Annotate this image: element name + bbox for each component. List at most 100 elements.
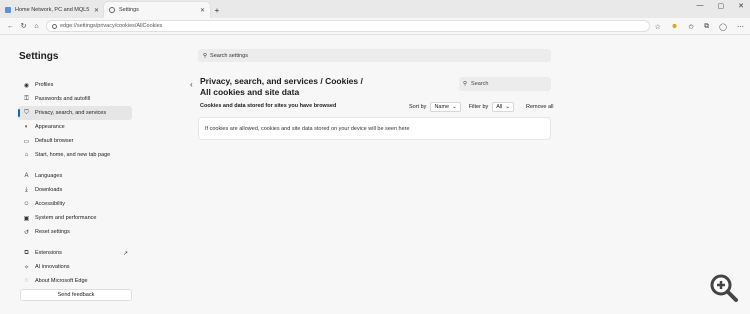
empty-cookies-card: If cookies are allowed, cookies and site… <box>198 117 551 140</box>
sidebar-item-privacy[interactable]: ⛉ Privacy, search, and services <box>18 106 132 120</box>
system-icon: ▣ <box>23 215 30 222</box>
emoji-icon[interactable]: ☻ <box>671 23 678 30</box>
address-bar[interactable]: edge://settings/privacy/cookies/AllCooki… <box>46 20 650 32</box>
home-icon[interactable]: ⌂ <box>32 23 41 30</box>
sidebar-item-default-browser[interactable]: ▭ Default browser <box>18 134 132 148</box>
external-link-icon: ↗ <box>122 250 128 257</box>
sidebar-item-label: About Microsoft Edge <box>35 278 88 284</box>
chevron-down-icon: ⌄ <box>452 104 457 110</box>
back-arrow-icon[interactable]: ‹ <box>190 80 193 89</box>
sidebar-item-profiles[interactable]: ◉ Profiles <box>18 78 132 92</box>
sidebar-item-label: Privacy, search, and services <box>35 110 107 116</box>
sidebar-item-label: Languages <box>35 173 63 179</box>
filter-value: All <box>496 104 503 110</box>
sort-value: Name <box>434 104 450 110</box>
chevron-down-icon: ⌄ <box>505 104 511 110</box>
sidebar-item-label: Reset settings <box>35 229 70 235</box>
empty-cookies-message: If cookies are allowed, cookies and site… <box>205 125 410 132</box>
browser-toolbar: ← ↻ ⌂ edge://settings/privacy/cookies/Al… <box>0 18 750 35</box>
page-title: Privacy, search, and services / Cookies … <box>200 76 450 98</box>
sidebar-item-system[interactable]: ▣ System and performance <box>18 211 132 225</box>
sidebar-item-label: Default browser <box>35 138 74 144</box>
about-icon: ◌ <box>24 278 29 284</box>
default-browser-icon: ▭ <box>23 138 30 145</box>
close-window-icon[interactable]: ✕ <box>738 2 744 10</box>
toolbar-actions: ☆ ☻ ✩ ⧉ ◯ ⋯ <box>655 18 744 35</box>
profile-icon[interactable]: ◯ <box>719 23 727 31</box>
address-text: edge://settings/privacy/cookies/AllCooki… <box>60 23 163 29</box>
settings-gear-icon <box>109 7 115 13</box>
search-cookies-input[interactable]: ⚲ Search <box>459 77 551 91</box>
sidebar-item-ai-innovations[interactable]: ✧ AI innovations <box>18 260 132 274</box>
downloads-icon: ⤓ <box>25 186 28 193</box>
mql5-favicon-icon <box>5 7 11 13</box>
sidebar-item-passwords[interactable]: ⚿ Passwords and autofill <box>18 92 132 106</box>
edge-page-icon <box>52 23 57 29</box>
tab-title: Settings <box>119 7 139 13</box>
reset-icon: ↺ <box>23 229 30 236</box>
sidebar-item-label: Extensions <box>35 250 62 256</box>
search-cookies-placeholder: Search <box>471 81 489 87</box>
settings-nav: ◉ Profiles ⚿ Passwords and autofill ⛉ Privacy… <box>18 78 132 288</box>
search-icon: ⚲ <box>203 52 208 59</box>
new-tab-button[interactable]: + <box>210 2 224 18</box>
window-controls: — ▢ ✕ <box>697 2 745 10</box>
page-title-line1: Privacy, search, and services / Cookies … <box>200 76 363 86</box>
search-settings-placeholder: Search settings <box>210 52 248 59</box>
sidebar-item-label: Start, home, and new tab page <box>35 152 111 158</box>
sidebar-item-label: Downloads <box>35 187 63 193</box>
sidebar-item-accessibility[interactable]: ☺ Accessibility <box>18 197 132 211</box>
tab-mql5[interactable]: Home Network, PC and MQL5 Co... ✕ <box>0 2 104 18</box>
privacy-icon: ⛉ <box>24 109 29 116</box>
settings-title: Settings <box>19 51 59 62</box>
passwords-icon: ⚿ <box>24 95 29 102</box>
close-tab-icon[interactable]: ✕ <box>200 7 205 14</box>
back-icon[interactable]: ← <box>6 23 15 30</box>
zoom-in-icon[interactable] <box>708 272 740 304</box>
search-settings-input[interactable]: ⚲ Search settings <box>198 49 551 62</box>
tab-settings[interactable]: Settings ✕ <box>104 2 210 18</box>
menu-icon[interactable]: ⋯ <box>737 23 744 31</box>
tab-strip: Home Network, PC and MQL5 Co... ✕ Settin… <box>0 0 750 18</box>
start-home-icon: ⌂ <box>24 152 29 158</box>
sort-dropdown[interactable]: Name ⌄ <box>430 102 461 112</box>
sidebar-item-reset[interactable]: ↺ Reset settings <box>18 225 132 239</box>
minimize-icon[interactable]: — <box>697 2 704 10</box>
sort-label: Sort by <box>409 104 427 110</box>
sidebar-item-label: Passwords and autofill <box>35 96 91 102</box>
sidebar-item-downloads[interactable]: ⤓ Downloads <box>18 183 132 197</box>
cookies-subheading: Cookies and data stored for sites you ha… <box>200 103 337 109</box>
sidebar-item-appearance[interactable]: ◐ Appearance <box>18 120 132 134</box>
accessibility-icon: ☺ <box>23 201 30 207</box>
search-icon: ⚲ <box>463 81 468 87</box>
sidebar-item-label: Profiles <box>35 82 54 88</box>
collections-icon[interactable]: ⧉ <box>704 23 709 31</box>
sidebar-item-start-home[interactable]: ⌂ Start, home, and new tab page <box>18 148 132 162</box>
extensions-icon: ⧉ <box>24 249 29 256</box>
sidebar-item-about[interactable]: ◌ About Microsoft Edge <box>18 274 132 288</box>
sidebar-item-languages[interactable]: A Languages <box>18 169 132 183</box>
sidebar-item-label: Accessibility <box>35 201 65 207</box>
remove-all-button[interactable]: Remove all <box>526 104 554 110</box>
ai-innovations-icon: ✧ <box>23 264 30 271</box>
cookie-filters: Sort by Name ⌄ Filter by All ⌄ Remove al… <box>409 102 554 112</box>
star-icon[interactable]: ☆ <box>655 23 661 31</box>
languages-icon: A <box>24 173 29 179</box>
sidebar-item-label: System and performance <box>35 215 97 221</box>
send-feedback-button[interactable]: Send feedback <box>20 289 132 301</box>
close-tab-icon[interactable]: ✕ <box>94 7 99 14</box>
refresh-icon[interactable]: ↻ <box>19 22 28 30</box>
filter-label: Filter by <box>468 104 489 110</box>
profiles-icon: ◉ <box>23 82 30 89</box>
sidebar-item-label: AI innovations <box>35 264 70 270</box>
filter-dropdown[interactable]: All ⌄ <box>492 102 515 112</box>
favorites-icon[interactable]: ✩ <box>688 23 694 31</box>
sidebar-item-label: Appearance <box>35 124 65 130</box>
sidebar-item-extensions[interactable]: ⧉ Extensions ↗ <box>18 246 132 260</box>
appearance-icon: ◐ <box>24 124 29 130</box>
tab-title: Home Network, PC and MQL5 Co... <box>15 7 90 13</box>
maximize-icon[interactable]: ▢ <box>718 2 725 10</box>
page-title-line2: All cookies and site data <box>200 87 300 97</box>
